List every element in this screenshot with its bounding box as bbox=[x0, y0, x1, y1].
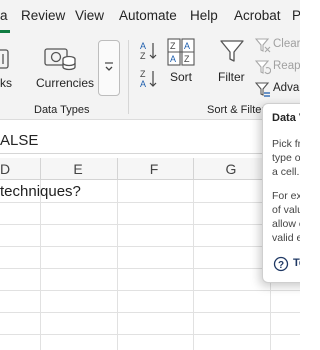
tab-help[interactable]: Help bbox=[190, 8, 218, 23]
tooltip-text-line: a cell. bbox=[272, 166, 300, 178]
clear-filter-button[interactable]: Clear bbox=[254, 36, 300, 54]
tab-acrobat[interactable]: Acrobat bbox=[234, 8, 281, 23]
tooltip-text-line: type o bbox=[272, 152, 300, 164]
sort-filter-group-label: Sort & Filter bbox=[207, 104, 266, 116]
grid-line bbox=[40, 180, 41, 350]
currencies-button[interactable]: Currencies bbox=[30, 40, 95, 92]
sort-descending-icon: Z A bbox=[140, 69, 157, 89]
column-header-f[interactable]: F bbox=[139, 161, 169, 177]
column-header-d[interactable]: D bbox=[0, 161, 20, 177]
grid-line bbox=[193, 180, 194, 350]
cell-grid[interactable] bbox=[0, 180, 300, 350]
grid-line bbox=[0, 202, 300, 203]
tooltip-title: Data V bbox=[272, 112, 300, 124]
tell-me-more-link[interactable]: Te bbox=[293, 257, 300, 269]
cell-content[interactable]: techniques? bbox=[0, 183, 81, 200]
clear-filter-icon bbox=[255, 38, 271, 53]
sort-icon: Z A A Z bbox=[167, 38, 195, 66]
tab-more[interactable]: P bbox=[292, 8, 300, 23]
tab-automate[interactable]: Automate bbox=[119, 8, 177, 23]
grid-line bbox=[0, 290, 300, 291]
active-tab-indicator bbox=[0, 30, 10, 33]
svg-text:Z: Z bbox=[170, 41, 176, 51]
sort-button[interactable]: Z A A Z Sort bbox=[164, 36, 198, 94]
formula-bar[interactable]: ALSE bbox=[0, 128, 300, 154]
tab-view[interactable]: View bbox=[75, 8, 104, 23]
tab-data[interactable]: a bbox=[0, 8, 8, 23]
column-header-divider bbox=[117, 158, 118, 180]
chevron-down-icon bbox=[105, 62, 113, 71]
tooltip-text-line: For exa bbox=[272, 190, 300, 202]
grid-line bbox=[0, 334, 300, 335]
currencies-icon bbox=[44, 48, 76, 71]
grid-line bbox=[117, 180, 118, 350]
advanced-filter-icon bbox=[255, 82, 270, 97]
reapply-filter-label: Reapp bbox=[273, 60, 300, 72]
stocks-label: ks bbox=[0, 76, 12, 90]
tooltip-text-line: of valu bbox=[272, 204, 300, 216]
help-icon: ? bbox=[273, 256, 289, 272]
sort-ascending-icon: A Z bbox=[140, 41, 157, 61]
grid-line bbox=[0, 246, 300, 247]
tab-review[interactable]: Review bbox=[21, 8, 65, 23]
tooltip-text-line: Pick fr bbox=[272, 138, 300, 150]
sort-label: Sort bbox=[170, 70, 193, 84]
ribbon-tab-bar: a Review View Automate Help Acrobat P bbox=[0, 0, 300, 34]
tooltip-text-line: valid e bbox=[272, 232, 300, 244]
svg-text:?: ? bbox=[278, 260, 284, 271]
advanced-filter-button[interactable]: Advan bbox=[254, 80, 300, 98]
column-header-e[interactable]: E bbox=[63, 161, 93, 177]
reapply-filter-button[interactable]: Reapp bbox=[254, 58, 300, 76]
grid-line bbox=[0, 268, 300, 269]
clear-filter-label: Clear bbox=[273, 38, 300, 50]
column-header-g[interactable]: G bbox=[216, 161, 246, 177]
ribbon: ks Currencies Data Types A Z Z A Z A A Z… bbox=[0, 34, 300, 120]
column-header-divider bbox=[40, 158, 41, 180]
svg-text:Z: Z bbox=[140, 69, 146, 79]
filter-label: Filter bbox=[218, 70, 245, 84]
svg-text:A: A bbox=[184, 41, 190, 51]
excel-window: a Review View Automate Help Acrobat P ks bbox=[0, 0, 300, 350]
stocks-button[interactable]: ks bbox=[0, 40, 28, 92]
column-headers: D E F G bbox=[0, 158, 300, 180]
svg-text:Z: Z bbox=[184, 54, 190, 64]
data-types-group-label: Data Types bbox=[34, 104, 90, 116]
reapply-filter-icon bbox=[255, 60, 271, 75]
svg-text:A: A bbox=[170, 54, 176, 64]
currencies-label: Currencies bbox=[36, 76, 95, 90]
svg-text:A: A bbox=[140, 79, 146, 89]
filter-button[interactable]: Filter bbox=[214, 36, 250, 94]
group-separator bbox=[128, 40, 129, 114]
sort-z-to-a-button[interactable]: Z A bbox=[138, 68, 160, 90]
data-types-gallery-more-button[interactable] bbox=[98, 40, 120, 96]
grid-line bbox=[0, 224, 300, 225]
svg-text:Z: Z bbox=[140, 51, 146, 61]
data-validation-tooltip: Data V Pick fr type o a cell. For exa of… bbox=[262, 103, 300, 283]
tooltip-text-line: allow e bbox=[272, 218, 300, 230]
grid-line bbox=[0, 312, 300, 313]
svg-text:A: A bbox=[140, 41, 146, 51]
sort-a-to-z-button[interactable]: A Z bbox=[138, 40, 160, 62]
formula-value: ALSE bbox=[0, 132, 39, 149]
column-header-divider bbox=[193, 158, 194, 180]
advanced-filter-label: Advan bbox=[273, 82, 300, 94]
stocks-icon bbox=[0, 49, 9, 69]
filter-icon bbox=[220, 40, 244, 62]
